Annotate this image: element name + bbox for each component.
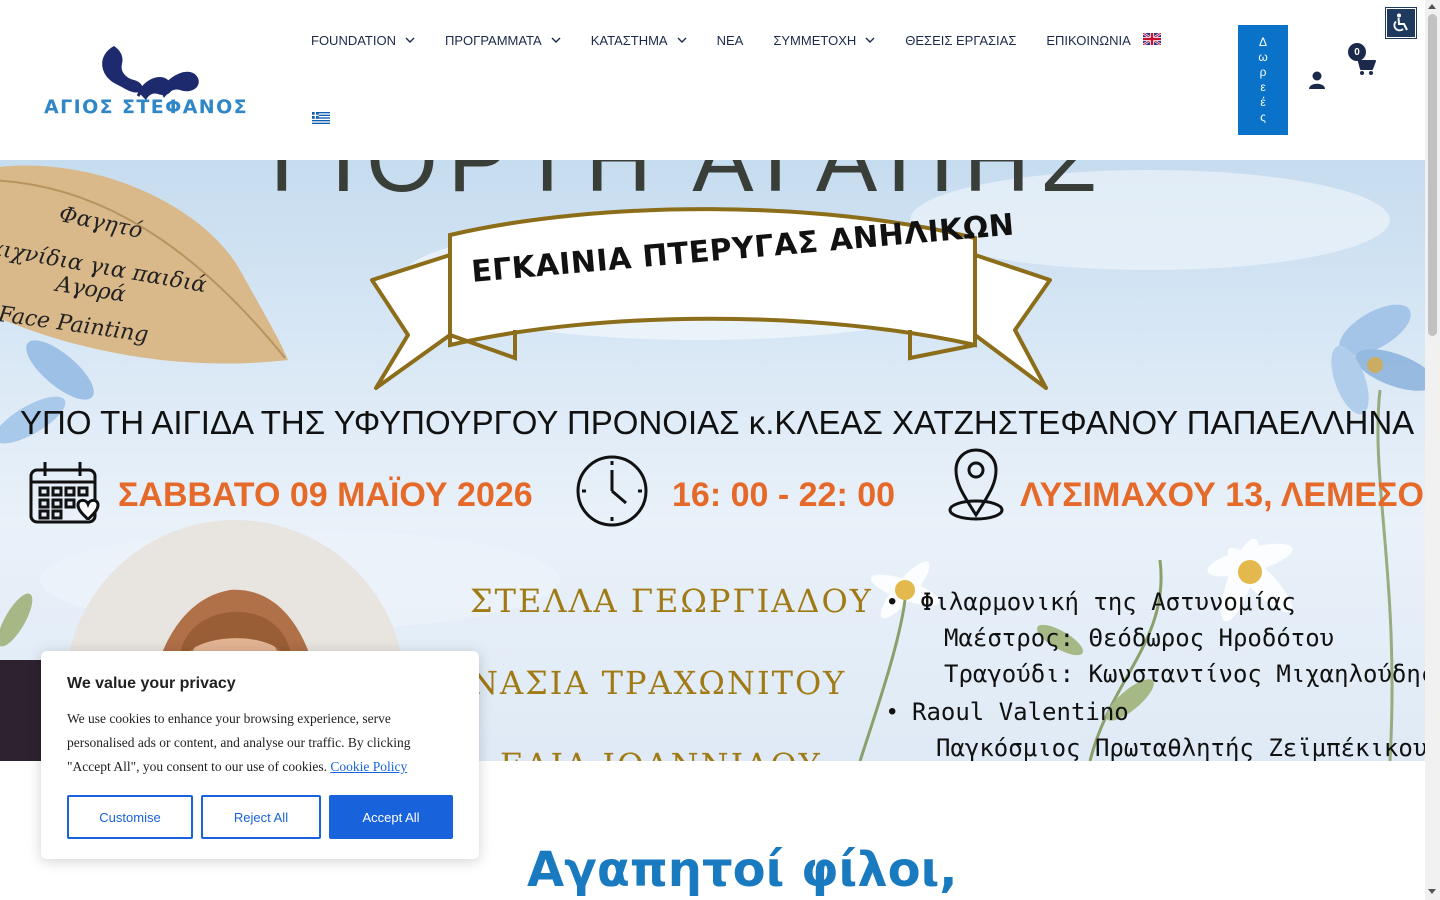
greek-flag-icon[interactable]	[312, 112, 330, 124]
scroll-down-arrow-icon[interactable]	[1428, 889, 1436, 894]
user-account-icon[interactable]	[1307, 70, 1327, 90]
program-item-detail: Τραγούδι: Κωνσταντίνος Μιχαηλούδης	[944, 660, 1425, 688]
donate-letter: ρ	[1259, 65, 1267, 79]
nav-item-shop[interactable]: ΚΑΤΑΣΤΗΜΑ	[591, 30, 687, 50]
nav-item-label: ΚΑΤΑΣΤΗΜΑ	[590, 32, 668, 48]
english-flag-icon[interactable]	[1143, 33, 1161, 45]
guest-name: ΝΑΣΙΑ ΤΡΑΧΩΝΙΤΟΥ	[470, 664, 847, 702]
nav-item-programmes[interactable]: ΠΡΟΓΡΑΜΜΑΤΑ	[445, 30, 561, 50]
chevron-down-icon	[865, 37, 875, 43]
chevron-down-icon	[551, 37, 561, 43]
guest-name: ΣΤΕΛΛΑ ΓΕΩΡΓΙΑΔΟΥ	[470, 582, 873, 620]
cart-count-badge: 0	[1348, 43, 1366, 61]
nav-item-label: ΕΠΙΚΟΙΝΩΝΙΑ	[1046, 32, 1131, 48]
event-time: 16: 00 - 22: 00	[672, 476, 896, 514]
greeting-heading: Αγαπητοί φίλοι,	[527, 842, 958, 898]
hero-headline: ΓΙΟΡΤΗ ΑΓΑΠΗΣ	[270, 160, 1107, 211]
logo-text[interactable]: ΑΓΙΟΣ ΣΤΕΦΑΝΟΣ	[44, 96, 248, 118]
nav-item-label: FOUNDATION	[311, 32, 396, 48]
guest-name: ΕΛΙΑ ΙΩΑΝΝΙΔΟΥ	[500, 746, 822, 761]
program-item-title: Raoul Valentino	[912, 698, 1129, 726]
cookie-consent-dialog: We value your privacy We use cookies to …	[41, 651, 479, 859]
event-location: ΛΥΣΙΜΑΧΟΥ 13, ΛΕΜΕΣΟΣ	[1020, 476, 1425, 514]
bullet: •	[888, 698, 897, 725]
calendar-icon	[29, 462, 100, 524]
nav-item-label: ΣΥΜΜΕΤΟΧΗ	[773, 32, 857, 48]
clock-icon	[576, 455, 648, 527]
program-item-detail: Μαέστρος: Θεόδωρος Ηροδότου	[944, 624, 1335, 652]
site-header: ΑΓΙΟΣ ΣΤΕΦΑΝΟΣ FOUNDATION ΠΡΟΓΡΑΜΜΑΤΑ ΚΑ…	[0, 0, 1425, 160]
nav-item-jobs[interactable]: ΘΕΣΕΙΣ ΕΡΓΑΣΙΑΣ	[905, 30, 1016, 50]
location-pin-icon	[948, 448, 1004, 521]
reject-all-button[interactable]: Reject All	[201, 795, 321, 839]
cookie-text: We use cookies to enhance your browsing …	[67, 707, 437, 779]
chevron-down-icon	[677, 37, 687, 43]
main-nav: FOUNDATION ΠΡΟΓΡΑΜΜΑΤΑ ΚΑΤΑΣΤΗΜΑ ΝΕΑ ΣΥΜ…	[311, 30, 1161, 50]
nav-item-contact[interactable]: ΕΠΙΚΟΙΝΩΝΙΑ	[1046, 30, 1130, 50]
donate-button[interactable]: Δ ω ρ ε έ ς	[1238, 25, 1288, 135]
nav-item-label: ΠΡΟΓΡΑΜΜΑΤΑ	[444, 32, 542, 48]
nav-item-foundation[interactable]: FOUNDATION	[311, 30, 415, 50]
scroll-up-arrow-icon[interactable]	[1428, 4, 1436, 9]
accessibility-icon[interactable]	[1385, 7, 1417, 39]
accept-all-button[interactable]: Accept All	[329, 795, 453, 839]
bullet: •	[888, 588, 897, 615]
donate-letter: ε	[1260, 80, 1266, 94]
nav-item-label: ΘΕΣΕΙΣ ΕΡΓΑΣΙΑΣ	[905, 32, 1017, 48]
nav-item-news[interactable]: ΝΕΑ	[717, 30, 744, 50]
donate-letter: ς	[1260, 110, 1266, 124]
customise-button[interactable]: Customise	[67, 795, 193, 839]
event-date: ΣΑΒΒΑΤΟ 09 ΜΑΪΟΥ 2026	[118, 476, 533, 514]
donate-letter: ω	[1258, 50, 1268, 64]
nav-item-participation[interactable]: ΣΥΜΜΕΤΟΧΗ	[773, 30, 875, 50]
program-item-title: Φιλαρμονική της Αστυνομίας	[920, 588, 1296, 616]
cookie-policy-link[interactable]: Cookie Policy	[330, 759, 407, 774]
donate-letter: έ	[1260, 95, 1266, 109]
patron-line: ΥΠΟ ΤΗ ΑΙΓΙΔΑ ΤΗΣ ΥΦΥΠΟΥΡΓΟΥ ΠΡΟΝΟΙΑΣ κ.…	[20, 404, 1415, 441]
cookie-title: We value your privacy	[67, 675, 236, 692]
nav-item-label: ΝΕΑ	[716, 32, 744, 48]
program-item-detail: Παγκόσμιος Πρωταθλητής Ζεϊμπέκικου	[936, 734, 1425, 761]
chevron-down-icon	[405, 37, 415, 43]
scrollbar-thumb[interactable]	[1428, 14, 1437, 336]
donate-letter: Δ	[1258, 35, 1267, 49]
